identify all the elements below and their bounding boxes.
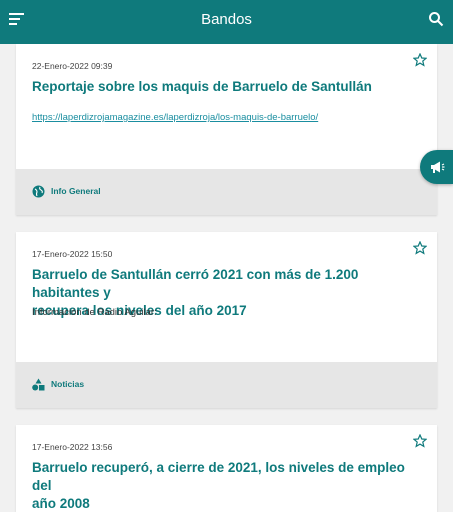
star-icon[interactable] [413,241,427,255]
post-title[interactable]: Reportaje sobre los maquis de Barruelo d… [32,78,417,96]
star-icon[interactable] [413,434,427,448]
post-date: 17-Enero-2022 13:56 [32,442,113,452]
shapes-icon [32,378,45,391]
post-card[interactable]: 17-Enero-2022 13:56 Barruelo recuperó, a… [16,425,437,512]
post-category: Noticias [51,379,85,389]
post-category: Info General [51,186,101,196]
post-title-line: Barruelo de Santullán cerró 2021 con más… [32,267,359,300]
post-footer: Noticias [16,362,437,408]
post-link[interactable]: https://laperdizrojamagazine.es/laperdiz… [32,112,318,123]
megaphone-icon [431,161,445,173]
app-bar: Bandos [0,0,453,44]
post-title-line: Barruelo recuperó, a cierre de 2021, los… [32,460,405,493]
post-feed: 22-Enero-2022 09:39 Reportaje sobre los … [0,44,453,512]
post-date: 22-Enero-2022 09:39 [32,61,113,71]
post-footer: Info General [16,169,437,215]
announcement-fab[interactable] [420,150,453,184]
post-card[interactable]: 22-Enero-2022 09:39 Reportaje sobre los … [16,44,437,215]
post-card[interactable]: 17-Enero-2022 15:50 Barruelo de Santullá… [16,232,437,408]
globe-icon [32,185,45,198]
post-body: Información de Radio Aguilar: [32,307,157,318]
post-date: 17-Enero-2022 15:50 [32,249,113,259]
post-title[interactable]: Barruelo recuperó, a cierre de 2021, los… [32,459,427,512]
star-icon[interactable] [413,53,427,67]
search-icon[interactable] [428,11,444,27]
page-title: Bandos [201,11,252,28]
post-title-line: año 2008 [32,496,90,511]
